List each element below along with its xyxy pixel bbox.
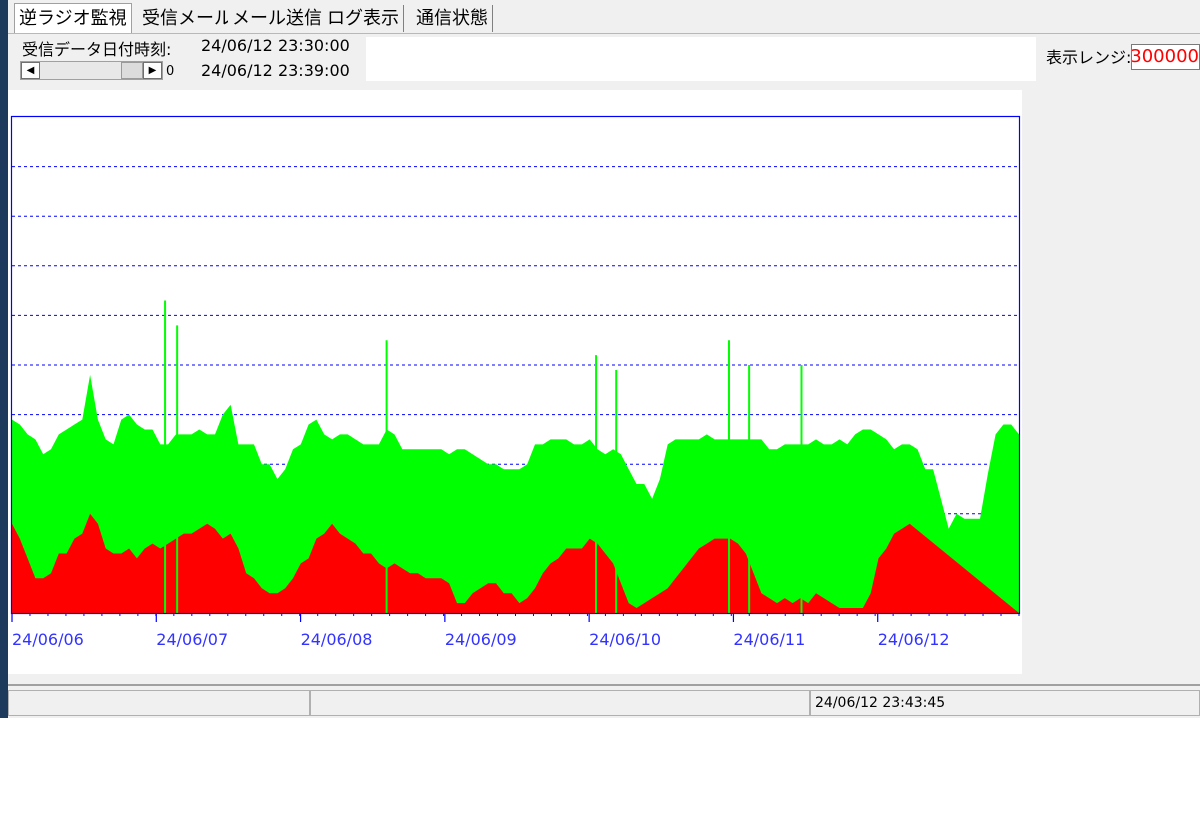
x-tick-label-0: 24/06/06 <box>12 630 84 649</box>
tab-send-mail[interactable]: メール送信 <box>228 5 327 32</box>
status-clock: 24/06/12 23:43:45 <box>810 690 1200 716</box>
x-tick-label-5: 24/06/11 <box>733 630 805 649</box>
x-tick-label-1: 24/06/07 <box>156 630 228 649</box>
status-panel-1 <box>8 690 310 716</box>
status-panel-2 <box>310 690 810 716</box>
receive-end-datetime: 24/06/12 23:39:00 <box>201 61 350 80</box>
x-tick-label-4: 24/06/10 <box>589 630 661 649</box>
receive-datetime-label: 受信データ日付時刻: <box>22 40 172 59</box>
scroll-left-button[interactable]: ◀ <box>21 62 40 79</box>
tab-comm-status[interactable]: 通信状態 <box>412 5 493 32</box>
x-tick-label-6: 24/06/12 <box>878 630 950 649</box>
tab-received-mail[interactable]: 受信メール <box>138 5 237 32</box>
time-scrollbar[interactable]: ◀ ▶ <box>20 61 163 80</box>
receive-start-datetime: 24/06/12 23:30:00 <box>201 36 350 55</box>
x-tick-label-2: 24/06/08 <box>301 630 373 649</box>
scroll-value: 0 <box>166 64 175 79</box>
tab-bar: 逆ラジオ監視 受信メール メール送信 ログ表示 通信状態 <box>8 0 1200 34</box>
x-tick-label-3: 24/06/09 <box>445 630 517 649</box>
scroll-thumb[interactable] <box>121 62 143 79</box>
display-range-input[interactable]: 300000 <box>1131 44 1200 70</box>
window-edge <box>0 0 8 718</box>
status-bar: 24/06/12 23:43:45 <box>8 684 1200 718</box>
scroll-right-button[interactable]: ▶ <box>143 62 162 79</box>
tab-radio-monitor[interactable]: 逆ラジオ監視 <box>14 3 132 33</box>
app-window: 逆ラジオ監視 受信メール メール送信 ログ表示 通信状態 受信データ日付時刻: … <box>0 0 1200 718</box>
chart-panel: 24/06/06 24/06/07 24/06/08 24/06/09 24/06/10… <box>8 90 1022 674</box>
display-range-label: 表示レンジ: <box>1046 48 1132 67</box>
tab-log-view[interactable]: ログ表示 <box>323 5 404 32</box>
monitor-chart: 24/06/06 24/06/07 24/06/08 24/06/09 24/06/10… <box>10 115 1021 649</box>
info-display-area <box>366 37 1036 81</box>
